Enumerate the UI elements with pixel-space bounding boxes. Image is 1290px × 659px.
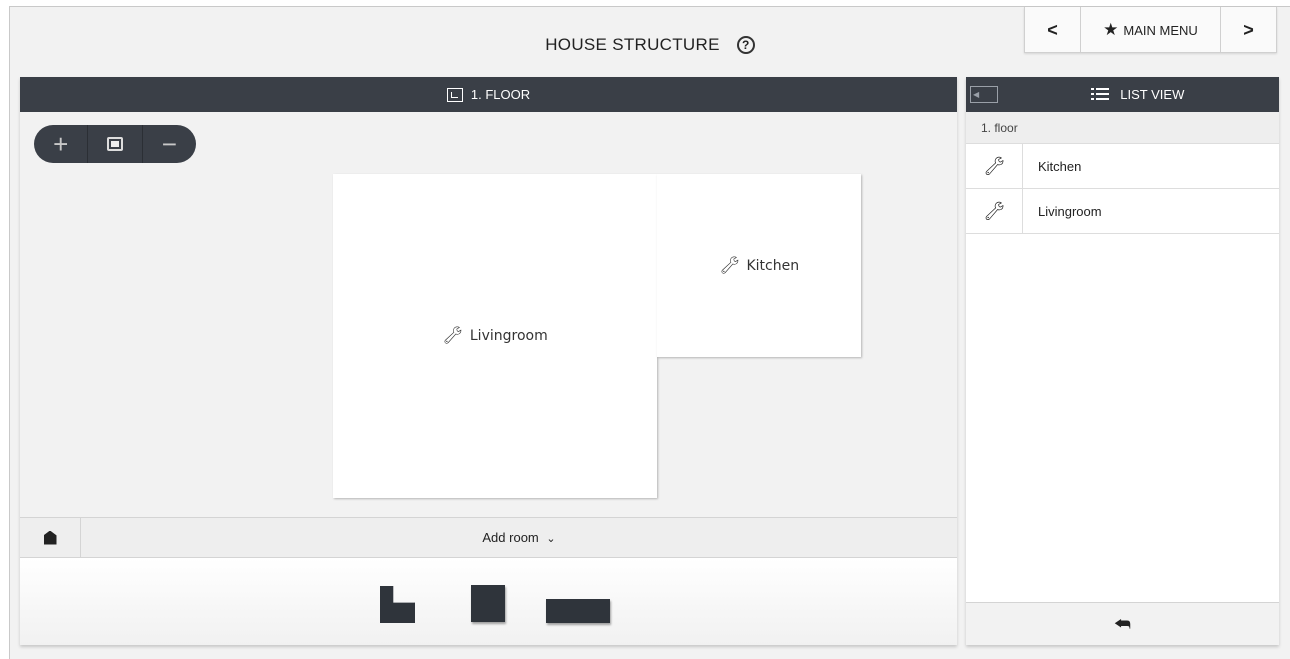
room-label: Livingroom — [469, 328, 548, 344]
add-room-dropdown[interactable]: Add room ⌄ — [81, 530, 957, 545]
back-arrow-icon: ⮪ — [1114, 613, 1131, 634]
header: HOUSE STRUCTURE ? < ★ MAIN MENU > — [10, 7, 1290, 77]
wrench-icon: 🔧︎ — [966, 144, 1023, 188]
list-item-label: Kitchen — [1038, 158, 1082, 174]
list-view-title: LIST VIEW — [966, 87, 1279, 102]
page-title-text: HOUSE STRUCTURE — [545, 35, 720, 54]
main-menu-label: MAIN MENU — [1123, 22, 1198, 38]
list-group-header: 1. floor — [966, 112, 1279, 144]
top-navigation: < ★ MAIN MENU > — [1024, 7, 1277, 53]
room-kitchen[interactable]: 🔧︎ Kitchen — [657, 174, 861, 357]
zoom-control: + − — [34, 125, 196, 163]
add-room-bar: Add room ⌄ — [20, 517, 957, 558]
main-menu-button[interactable]: ★ MAIN MENU — [1081, 7, 1221, 53]
next-button[interactable]: > — [1221, 7, 1277, 53]
fit-screen-icon — [106, 137, 123, 151]
floor-title: 1. FLOOR — [470, 87, 531, 102]
fit-screen-button[interactable] — [87, 125, 143, 163]
list-icon — [1090, 88, 1109, 100]
floor-title-bar: 1. FLOOR — [20, 77, 957, 112]
wrench-icon: 🔧︎ — [966, 189, 1023, 233]
room-shapes-tray — [20, 558, 957, 645]
list-view-label: LIST VIEW — [1120, 87, 1185, 102]
l-shape-room[interactable] — [380, 586, 415, 623]
floor-plan-icon — [446, 87, 463, 102]
collapse-panel-icon[interactable]: ◀ — [970, 86, 998, 103]
floor-plan-panel: 1. FLOOR + − 🔧︎ Livingroom 🔧︎ Kitchen Ad… — [20, 77, 957, 645]
rectangle-room[interactable] — [546, 599, 610, 623]
list-view-panel: ◀ LIST VIEW 1. floor 🔧︎ Kitchen 🔧︎ Livin… — [966, 77, 1279, 645]
list-item-livingroom[interactable]: 🔧︎ Livingroom — [966, 189, 1279, 234]
back-button[interactable]: ⮪ — [966, 602, 1279, 645]
add-room-label: Add room — [482, 530, 539, 545]
wrench-icon: 🔧︎ — [442, 326, 464, 346]
zoom-out-button[interactable]: − — [143, 125, 196, 163]
list-item-kitchen[interactable]: 🔧︎ Kitchen — [966, 144, 1279, 189]
app-frame: HOUSE STRUCTURE ? < ★ MAIN MENU > 1. FLO… — [9, 6, 1290, 659]
prev-button[interactable]: < — [1025, 7, 1081, 53]
square-room[interactable] — [471, 585, 505, 622]
home-button[interactable] — [20, 518, 81, 557]
list-title-bar: ◀ LIST VIEW — [966, 77, 1279, 112]
room-label: Kitchen — [746, 257, 800, 274]
house-icon — [43, 530, 57, 545]
room-livingroom[interactable]: 🔧︎ Livingroom — [333, 174, 657, 498]
zoom-in-button[interactable]: + — [34, 125, 87, 163]
wrench-icon: 🔧︎ — [718, 255, 741, 276]
chevron-down-icon: ⌄ — [546, 533, 556, 545]
help-icon[interactable]: ? — [736, 36, 755, 54]
star-icon: ★ — [1103, 20, 1119, 39]
list-item-label: Livingroom — [1038, 203, 1102, 219]
